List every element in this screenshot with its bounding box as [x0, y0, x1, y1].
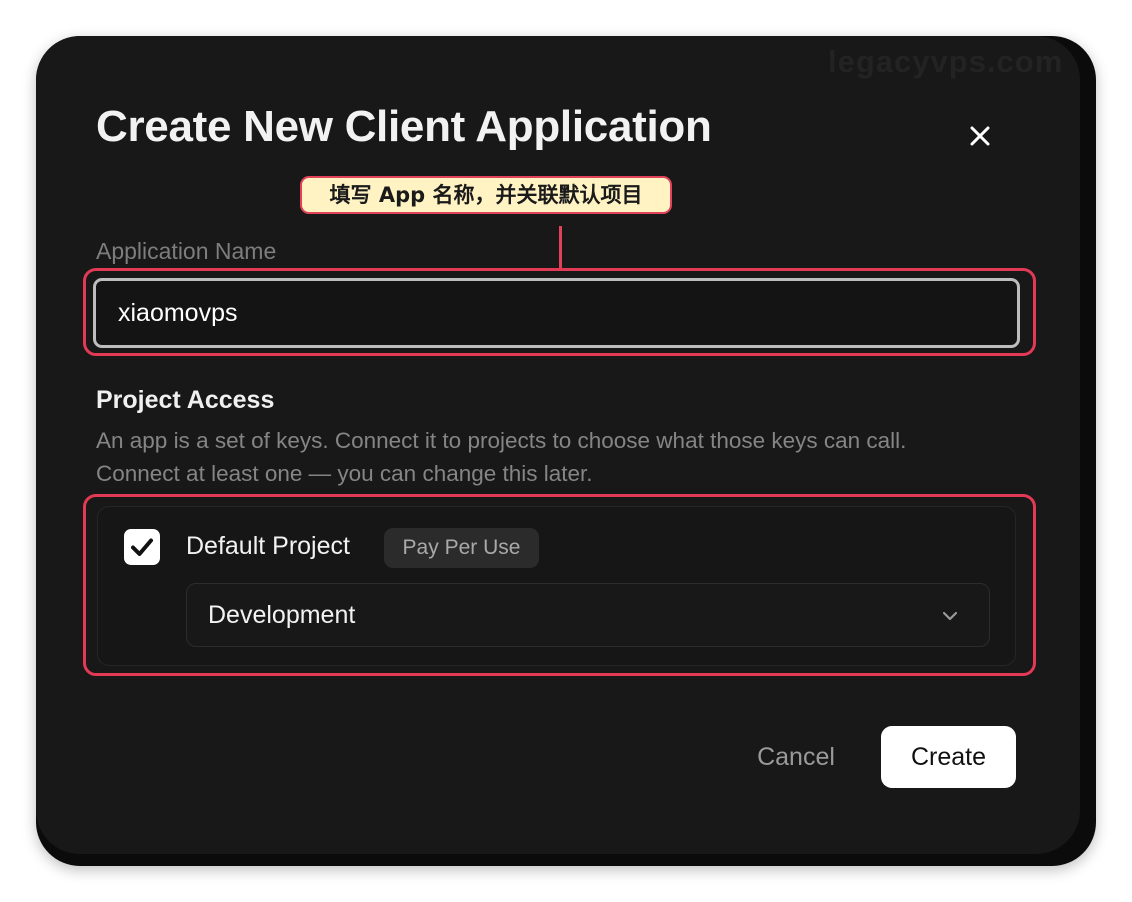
chevron-down-icon	[939, 605, 961, 627]
project-access-description-line-2: Connect at least one — you can change th…	[96, 461, 593, 486]
default-project-checkbox[interactable]	[124, 529, 160, 565]
annotation-connector	[559, 226, 562, 268]
project-access-description-line-1: An app is a set of keys. Connect it to p…	[96, 428, 907, 453]
environment-value: Development	[208, 601, 356, 629]
watermark: legacyvps.com	[828, 44, 1064, 79]
dialog-title: Create New Client Application	[96, 102, 712, 151]
project-access-description: An app is a set of keys. Connect it to p…	[96, 424, 1036, 490]
annotation-callout: 填写 App 名称，并关联默认项目	[300, 176, 672, 214]
cancel-button[interactable]: Cancel	[738, 726, 854, 788]
project-name: Default Project	[186, 532, 350, 560]
close-icon	[962, 118, 998, 154]
checkmark-icon	[124, 529, 160, 565]
environment-select[interactable]: Development	[186, 583, 990, 647]
plan-badge: Pay Per Use	[384, 528, 539, 568]
create-button[interactable]: Create	[881, 726, 1016, 788]
close-button[interactable]	[962, 118, 998, 154]
project-access-title: Project Access	[96, 386, 275, 414]
application-name-input[interactable]	[93, 278, 1020, 348]
application-name-label: Application Name	[96, 238, 277, 264]
